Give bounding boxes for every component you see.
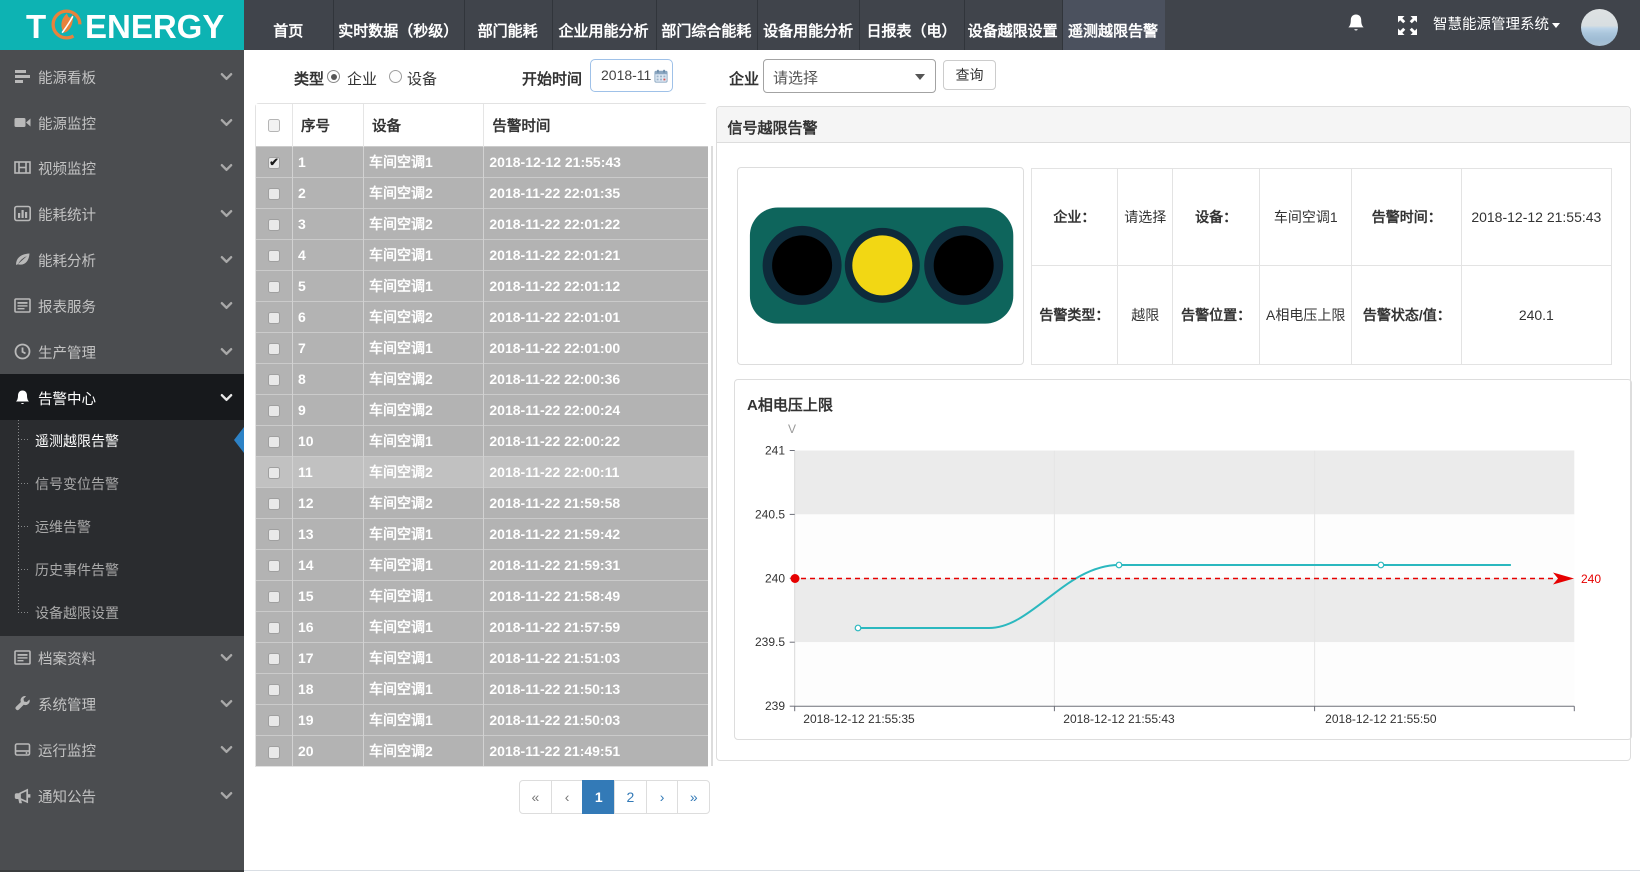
svg-text:2018-12-12 21:55:35: 2018-12-12 21:55:35: [803, 712, 915, 726]
svg-text:A相电压上限: A相电压上限: [747, 396, 833, 414]
svg-text:240.5: 240.5: [755, 508, 785, 522]
svg-text:239.5: 239.5: [755, 636, 785, 650]
svg-text:2018-12-12 21:55:43: 2018-12-12 21:55:43: [1063, 712, 1175, 726]
svg-text:2018-12-12 21:55:50: 2018-12-12 21:55:50: [1325, 712, 1437, 726]
svg-text:240: 240: [1581, 572, 1601, 586]
svg-text:V: V: [788, 422, 796, 436]
svg-text:241: 241: [765, 444, 785, 458]
svg-text:239: 239: [765, 700, 785, 714]
svg-text:240: 240: [765, 572, 785, 586]
